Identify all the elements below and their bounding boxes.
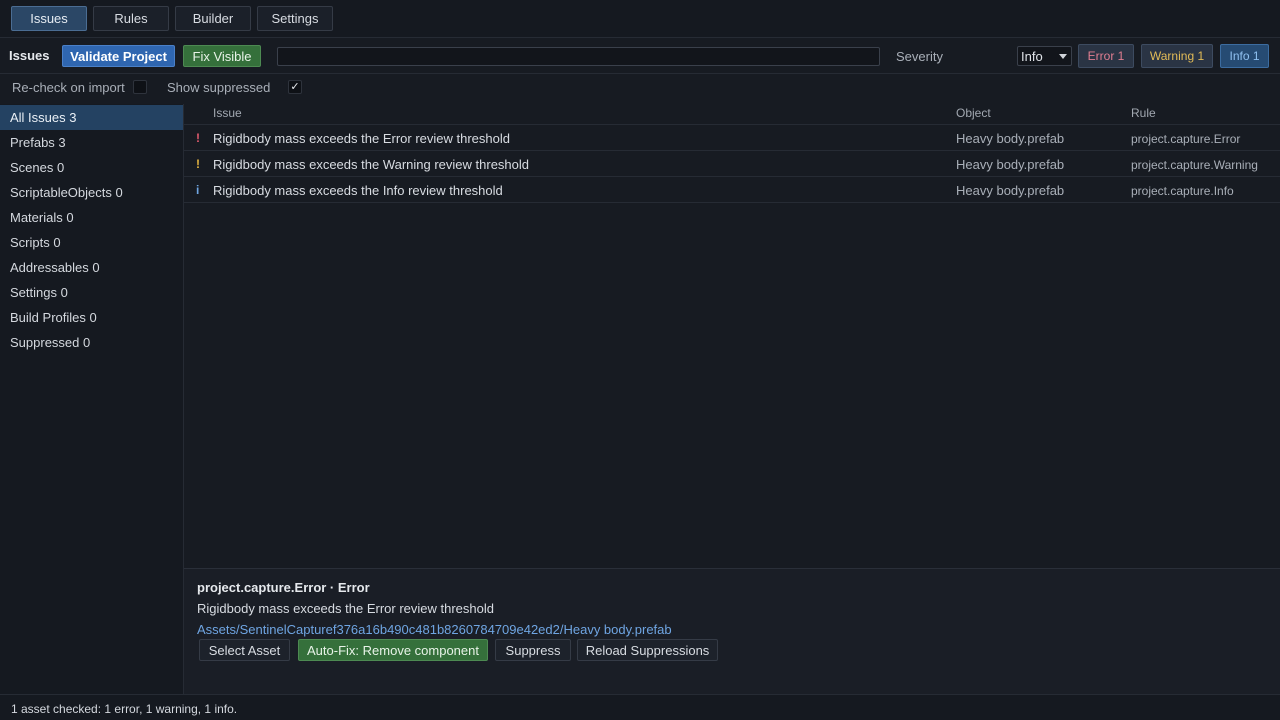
toolbar-title: Issues [9,48,50,63]
category-sidebar: All Issues 3 Prefabs 3 Scenes 0 Scriptab… [0,104,184,694]
issue-object: Heavy body.prefab [956,157,1065,172]
table-row[interactable]: i Rigidbody mass exceeds the Info review… [184,177,1280,203]
status-bar: 1 asset checked: 1 error, 1 warning, 1 i… [0,694,1280,720]
show-suppressed-checkbox[interactable]: ✓ [288,80,302,94]
issue-rule: project.capture.Error [1131,132,1241,146]
sidebar-item-suppressed[interactable]: Suppressed 0 [0,330,183,355]
sidebar-item-scenes[interactable]: Scenes 0 [0,155,183,180]
issue-details-panel: project.capture.Error · Error Rigidbody … [184,568,1280,694]
issues-toolbar: Issues Validate Project Fix Visible Seve… [0,38,1280,74]
issue-object: Heavy body.prefab [956,131,1065,146]
tab-builder[interactable]: Builder [175,6,251,31]
table-row[interactable]: ! Rigidbody mass exceeds the Warning rev… [184,151,1280,177]
sidebar-item-all-issues[interactable]: All Issues 3 [0,105,183,130]
detail-title: project.capture.Error · Error [197,580,370,595]
column-header-object[interactable]: Object [956,106,991,120]
table-header: Issue Object Rule [184,100,1280,125]
warning-severity-icon: ! [196,157,200,171]
chevron-down-icon [1059,54,1067,59]
issue-message: Rigidbody mass exceeds the Error review … [213,131,510,146]
status-text: 1 asset checked: 1 error, 1 warning, 1 i… [11,702,238,716]
issue-rule: project.capture.Info [1131,184,1234,198]
sidebar-item-materials[interactable]: Materials 0 [0,205,183,230]
search-input[interactable] [277,47,880,66]
error-filter-toggle[interactable]: Error 1 [1078,44,1134,68]
tab-rules[interactable]: Rules [93,6,169,31]
validate-project-button[interactable]: Validate Project [62,45,175,67]
reload-suppressions-button[interactable]: Reload Suppressions [577,639,718,661]
sidebar-item-prefabs[interactable]: Prefabs 3 [0,130,183,155]
column-header-issue[interactable]: Issue [213,106,242,120]
severity-selected-value: Info [1021,48,1043,64]
recheck-on-import-label: Re-check on import [12,80,125,95]
suppress-button[interactable]: Suppress [495,639,571,661]
error-severity-icon: ! [196,131,200,145]
sidebar-item-build-profiles[interactable]: Build Profiles 0 [0,305,183,330]
asset-path-link[interactable]: Assets/SentinelCapturef376a16b490c481b82… [197,622,672,637]
fix-visible-button[interactable]: Fix Visible [183,45,261,67]
auto-fix-button[interactable]: Auto-Fix: Remove component [298,639,488,661]
recheck-on-import-checkbox[interactable] [133,80,147,94]
sidebar-item-addressables[interactable]: Addressables 0 [0,255,183,280]
column-header-rule[interactable]: Rule [1131,106,1156,120]
options-row: Re-check on import Show suppressed ✓ [0,74,1280,100]
table-row[interactable]: ! Rigidbody mass exceeds the Error revie… [184,125,1280,151]
sidebar-item-scripts[interactable]: Scripts 0 [0,230,183,255]
issue-message: Rigidbody mass exceeds the Info review t… [213,183,503,198]
checkmark-icon: ✓ [290,80,300,93]
warning-filter-toggle[interactable]: Warning 1 [1141,44,1213,68]
tab-settings[interactable]: Settings [257,6,333,31]
info-filter-toggle[interactable]: Info 1 [1220,44,1269,68]
issues-table: Issue Object Rule ! Rigidbody mass excee… [184,100,1280,568]
tab-issues[interactable]: Issues [11,6,87,31]
main-tab-bar: Issues Rules Builder Settings [0,0,1280,38]
issue-rule: project.capture.Warning [1131,158,1258,172]
sidebar-item-settings[interactable]: Settings 0 [0,280,183,305]
info-severity-icon: i [196,183,200,197]
sidebar-item-scriptableobjects[interactable]: ScriptableObjects 0 [0,180,183,205]
issue-object: Heavy body.prefab [956,183,1065,198]
severity-dropdown[interactable]: Info [1017,46,1072,66]
detail-message: Rigidbody mass exceeds the Error review … [197,601,494,616]
issue-message: Rigidbody mass exceeds the Warning revie… [213,157,530,172]
severity-label: Severity [896,49,943,64]
show-suppressed-label: Show suppressed [167,80,271,95]
select-asset-button[interactable]: Select Asset [199,639,290,661]
